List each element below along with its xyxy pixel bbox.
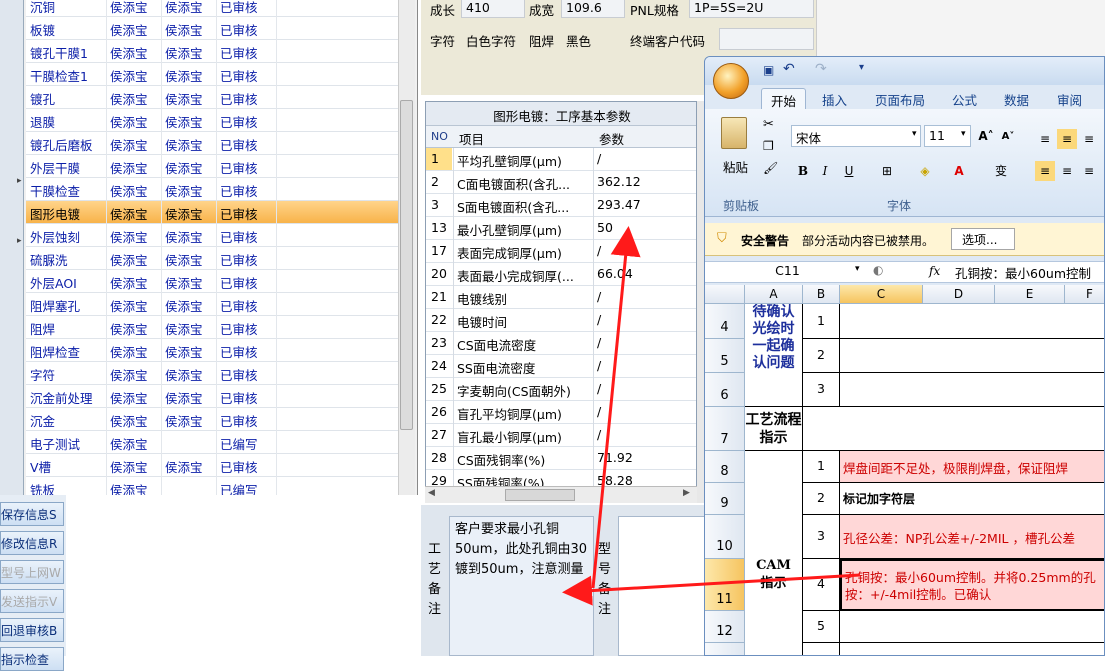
annotation-arrows (562, 226, 861, 606)
arrow-to-remark (562, 573, 861, 606)
arrow-to-min-hole-copper (591, 226, 641, 589)
